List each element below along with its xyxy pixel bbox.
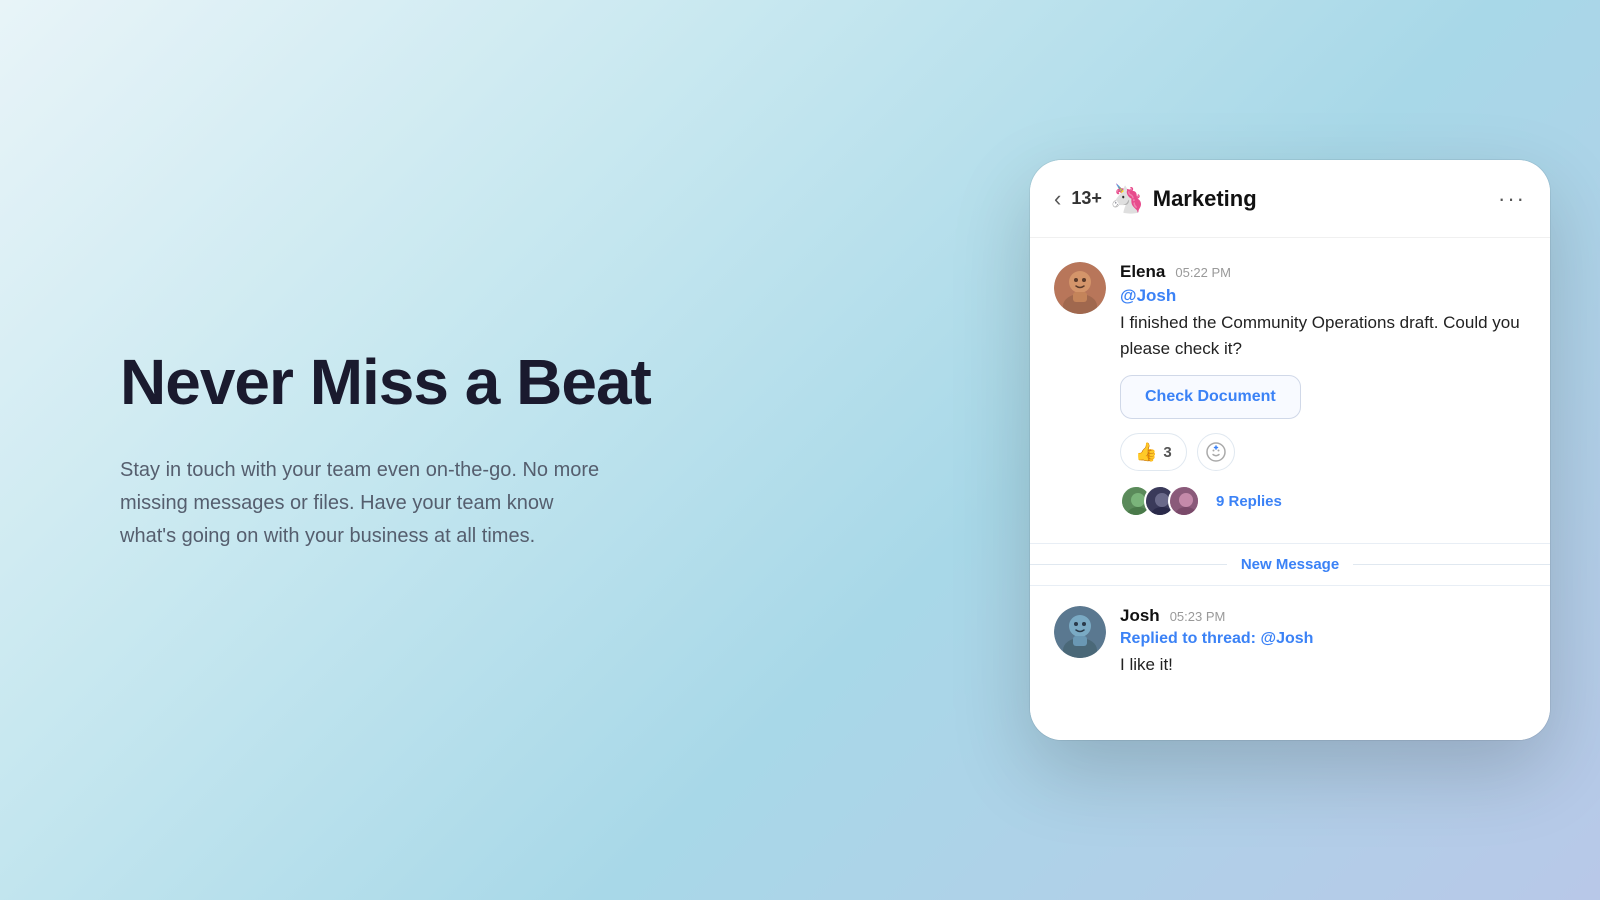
timestamp-josh: 05:23 PM xyxy=(1170,609,1226,624)
headline: Never Miss a Beat xyxy=(120,347,940,417)
reaction-count: 3 xyxy=(1163,444,1171,461)
channel-name: Marketing xyxy=(1153,186,1498,212)
message-text-elena: I finished the Community Operations draf… xyxy=(1120,310,1526,361)
sender-name-elena: Elena xyxy=(1120,262,1165,282)
second-message-area: Josh 05:23 PM Replied to thread: @Josh I… xyxy=(1030,586,1550,740)
thread-replies[interactable]: 9 Replies xyxy=(1120,485,1526,517)
reply-avatars xyxy=(1120,485,1200,517)
chat-header: ‹ 13+ 🦄 Marketing ··· xyxy=(1030,160,1550,238)
messages-area: Elena 05:22 PM @Josh I finished the Comm… xyxy=(1030,238,1550,523)
elena-avatar-img xyxy=(1054,262,1106,314)
elena-message-content: Elena 05:22 PM @Josh I finished the Comm… xyxy=(1120,262,1526,523)
channel-emoji: 🦄 xyxy=(1110,182,1145,215)
divider-line-left xyxy=(1030,564,1227,565)
check-document-button[interactable]: Check Document xyxy=(1120,375,1301,419)
member-count: 13+ xyxy=(1071,188,1102,209)
new-message-label: New Message xyxy=(1227,556,1353,573)
mention-tag: @Josh xyxy=(1120,286,1526,306)
josh-message-header: Josh 05:23 PM xyxy=(1120,606,1526,626)
josh-avatar-img xyxy=(1054,606,1106,658)
reply-avatar-3 xyxy=(1168,485,1200,517)
right-panel: ‹ 13+ 🦄 Marketing ··· xyxy=(1020,160,1600,740)
back-button[interactable]: ‹ xyxy=(1054,186,1061,212)
josh-message-content: Josh 05:23 PM Replied to thread: @Josh I… xyxy=(1120,606,1526,692)
sender-name-josh: Josh xyxy=(1120,606,1160,626)
thumbs-up-reaction[interactable]: 👍 3 xyxy=(1120,433,1187,471)
add-reaction-button[interactable] xyxy=(1197,433,1235,471)
avatar-josh xyxy=(1054,606,1106,658)
message-header: Elena 05:22 PM xyxy=(1120,262,1526,282)
message-item-josh: Josh 05:23 PM Replied to thread: @Josh I… xyxy=(1054,606,1526,692)
replies-count-label: 9 Replies xyxy=(1216,493,1282,510)
more-options-button[interactable]: ··· xyxy=(1498,186,1526,212)
new-message-divider: New Message xyxy=(1030,543,1550,586)
message-item: Elena 05:22 PM @Josh I finished the Comm… xyxy=(1054,262,1526,523)
avatar-elena xyxy=(1054,262,1106,314)
reactions-bar: 👍 3 xyxy=(1120,433,1526,471)
reply-person-3-img xyxy=(1170,487,1200,517)
phone-mockup: ‹ 13+ 🦄 Marketing ··· xyxy=(1030,160,1550,740)
replied-to-label: Replied to thread: @Josh xyxy=(1120,630,1526,648)
message-text-josh: I like it! xyxy=(1120,652,1526,678)
smiley-add-icon xyxy=(1206,442,1226,462)
subtext: Stay in touch with your team even on-the… xyxy=(120,454,600,553)
timestamp-elena: 05:22 PM xyxy=(1175,265,1231,280)
divider-line-right xyxy=(1353,564,1550,565)
left-panel: Never Miss a Beat Stay in touch with you… xyxy=(0,267,1020,632)
reaction-emoji: 👍 xyxy=(1135,442,1157,463)
